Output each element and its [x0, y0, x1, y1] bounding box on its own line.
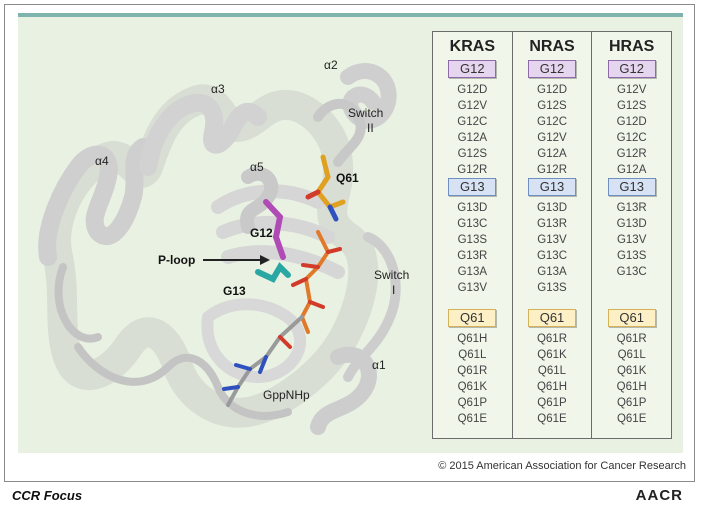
mutation-entry: G13V	[616, 234, 647, 246]
mutation-entry: G12S	[616, 100, 647, 112]
column-nras: NRAS G12 G12D G12S G12C G12V G12A G12R G13 G13D G1…	[513, 32, 593, 438]
g12-badge: G12	[448, 60, 497, 78]
label-switch2-line1: Switch	[348, 106, 383, 120]
g12-section: G12 G12D G12S G12C G12V G12A G12R	[528, 58, 576, 176]
label-g13: G13	[223, 284, 246, 298]
g12-badge: G12	[528, 60, 576, 78]
mutation-entry: G13V	[537, 234, 567, 246]
column-hras: HRAS G12 G12V G12S G12D G12C G12R G12A G13 G13R G1…	[592, 32, 671, 438]
mutation-entry: Q61H	[457, 333, 488, 345]
mutation-entry: G13C	[457, 218, 488, 230]
mutation-entry: Q61P	[616, 397, 647, 409]
label-alpha5: α5	[250, 160, 264, 174]
q61-section: Q61 Q61H Q61L Q61R Q61K Q61P Q61E	[448, 307, 497, 432]
mutation-entry: G13C	[536, 250, 568, 262]
column-header: NRAS	[529, 38, 575, 55]
label-switch1-line1: Switch	[374, 268, 409, 282]
q61-badge: Q61	[607, 309, 656, 327]
mutation-entry: Q61P	[457, 397, 488, 409]
mutation-entry: Q61R	[457, 365, 488, 377]
ras-structure-illustration: α2 α3 α4 α5 α1 Switch II Switch I Q61 G1…	[38, 58, 409, 435]
mutation-entry: G13D	[457, 202, 488, 214]
mutation-entry: Q61L	[537, 365, 567, 377]
q61-section: Q61 Q61R Q61K Q61L Q61H Q61P Q61E	[528, 307, 576, 432]
mutation-entry: G13R	[536, 218, 568, 230]
mutation-entry: G12A	[457, 132, 488, 144]
protein-ribbon	[38, 63, 401, 435]
figure-frame: α2 α3 α4 α5 α1 Switch II Switch I Q61 G1…	[4, 4, 695, 482]
g13-section: G13 G13R G13D G13V G13S G13C	[607, 176, 656, 307]
mutation-table: KRAS G12 G12D G12V G12C G12A G12S G12R G13 G13D G1…	[432, 31, 672, 439]
mutation-entry: G12C	[616, 132, 647, 144]
mutation-entry: Q61E	[616, 413, 647, 425]
mutation-entry: Q61K	[537, 349, 567, 361]
mutation-entry: G13R	[616, 202, 647, 214]
mutation-entry: Q61L	[458, 349, 487, 361]
mutation-entry: G13R	[457, 250, 488, 262]
mutation-entry: G12C	[457, 116, 488, 128]
mutation-entry: G12D	[616, 116, 647, 128]
mutation-entry: Q61K	[457, 381, 488, 393]
mutation-entry: G13A	[537, 266, 567, 278]
mutation-entry: G13D	[536, 202, 568, 214]
column-header: KRAS	[449, 38, 495, 55]
g13-section: G13 G13D G13R G13V G13C G13A G13S	[528, 176, 576, 307]
mutation-entry: G12V	[457, 100, 488, 112]
label-switch2-line2: II	[367, 121, 374, 135]
q61-badge: Q61	[448, 309, 497, 327]
label-alpha2: α2	[324, 58, 338, 72]
mutation-entry: G12V	[537, 132, 567, 144]
mutation-entry: G13S	[537, 282, 567, 294]
label-q61: Q61	[336, 171, 359, 185]
figure-panel: α2 α3 α4 α5 α1 Switch II Switch I Q61 G1…	[18, 13, 683, 453]
label-alpha3: α3	[211, 82, 225, 96]
q61-section: Q61 Q61R Q61L Q61K Q61H Q61P Q61E	[607, 307, 656, 432]
mutation-entry: Q61E	[457, 413, 488, 425]
mutation-entry: G12R	[616, 148, 647, 160]
mutation-entry: Q61R	[536, 333, 568, 345]
q61-badge: Q61	[528, 309, 576, 327]
mutation-entry: Q61L	[617, 349, 646, 361]
label-alpha1: α1	[372, 358, 386, 372]
mutation-entry: G13C	[616, 266, 647, 278]
mutation-entry: Q61E	[537, 413, 567, 425]
mutation-entry: Q61R	[616, 333, 647, 345]
mutation-entry: Q61H	[536, 381, 568, 393]
footer-bar: CCR Focus AACR	[4, 484, 695, 508]
mutation-entry: G12D	[457, 84, 488, 96]
mutation-entry: G12V	[616, 84, 647, 96]
label-gppnhp: GppNHp	[263, 388, 310, 402]
g12-section: G12 G12V G12S G12D G12C G12R G12A	[607, 58, 656, 176]
mutation-entry: Q61K	[616, 365, 647, 377]
g13-section: G13 G13D G13C G13S G13R G13A G13V	[448, 176, 497, 307]
mutation-entry: G12S	[537, 100, 567, 112]
mutation-entry: G12A	[537, 148, 567, 160]
mutation-entry: Q61P	[537, 397, 567, 409]
mutation-entry: G12S	[457, 148, 488, 160]
g13-badge: G13	[448, 178, 497, 196]
label-alpha4: α4	[95, 154, 109, 168]
footer-journal-section: CCR Focus	[12, 488, 83, 503]
column-kras: KRAS G12 G12D G12V G12C G12A G12S G12R G13 G13D G1…	[433, 32, 513, 438]
g12-section: G12 G12D G12V G12C G12A G12S G12R	[448, 58, 497, 176]
mutation-entry: G13A	[457, 266, 488, 278]
mutation-entry: G13D	[616, 218, 647, 230]
g12-badge: G12	[607, 60, 656, 78]
label-p-loop: P-loop	[158, 253, 195, 267]
g13-badge: G13	[607, 178, 656, 196]
mutation-entry: G12D	[536, 84, 568, 96]
g13-badge: G13	[528, 178, 576, 196]
mutation-entry: G12C	[536, 116, 568, 128]
mutation-entry: G13S	[457, 234, 488, 246]
copyright-notice: © 2015 American Association for Cancer R…	[438, 460, 686, 472]
g13-residue	[255, 262, 291, 283]
mutation-entry: G13V	[457, 282, 488, 294]
mutation-entry: G13S	[616, 250, 647, 262]
footer-publisher-logo: AACR	[635, 487, 683, 504]
label-g12: G12	[250, 226, 273, 240]
label-switch1-line2: I	[392, 283, 395, 297]
column-header: HRAS	[609, 38, 655, 55]
mutation-entry: Q61H	[616, 381, 647, 393]
